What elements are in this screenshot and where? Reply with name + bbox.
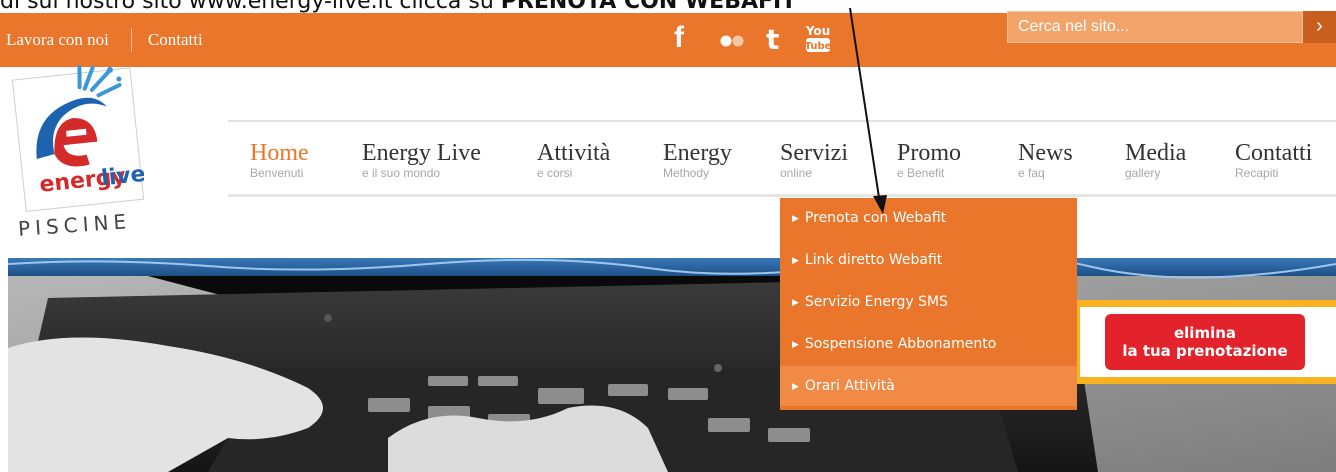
menu-item-sospensione[interactable]: ▶ Sospensione Abbonamento [780, 324, 1077, 364]
menu-item-energy-sms[interactable]: ▶ Servizio Energy SMS [780, 282, 1077, 322]
nav-subtitle: Recapiti [1235, 166, 1279, 180]
youtube-icon[interactable]: You Tube [805, 23, 832, 59]
tumblr-icon[interactable]: t [766, 23, 779, 56]
servizi-dropdown-menu: ▶ Prenota con Webafit ▶ Link diretto Webaf… [780, 198, 1077, 410]
nav-title: News [1018, 140, 1073, 166]
top-link-divider [130, 28, 132, 52]
nav-subtitle: e faq [1018, 166, 1045, 180]
search-input[interactable]: Cerca nel sito... [1007, 11, 1303, 43]
nav-subtitle: e il suo mondo [362, 166, 441, 180]
facebook-icon[interactable]: f [674, 21, 684, 55]
top-link-contatti[interactable]: Contatti [142, 30, 217, 50]
nav-item-contatti[interactable]: Contatti Recapiti [1235, 140, 1312, 180]
nav-subtitle: e Benefit [897, 166, 945, 180]
menu-bullet-icon: ▶ [792, 256, 799, 266]
nav-item-attivita[interactable]: Attività e corsi [537, 140, 610, 180]
nav-title: Promo [897, 140, 962, 166]
nav-title: Home [250, 140, 309, 166]
nav-item-energy-live[interactable]: Energy Live e il suo mondo [362, 140, 481, 180]
nav-item-servizi[interactable]: Servizi online [780, 140, 848, 180]
menu-bullet-icon: ▶ [792, 298, 799, 308]
logo-brand-live: live [100, 162, 144, 191]
instruction-bold: PRENOTA CON WEBAFIT [500, 0, 797, 14]
energy-live-logo[interactable]: energy live PISCINE [4, 60, 147, 241]
menu-item-label: Link diretto Webafit [804, 252, 943, 268]
flickr-icon[interactable] [720, 33, 744, 52]
nav-subtitle: Methody [663, 166, 710, 180]
nav-subtitle: online [780, 166, 813, 180]
menu-item-label: Orari Attività [804, 378, 895, 394]
nav-title: Energy Live [362, 140, 481, 166]
nav-title: Media [1125, 140, 1187, 166]
instruction-prefix: di sul nostro sito www.energy-live.it cl… [0, 0, 501, 14]
nav-subtitle: gallery [1125, 166, 1161, 180]
menu-item-orari-attivita[interactable]: ▶ Orari Attività [780, 366, 1077, 406]
nav-divider-bottom [228, 194, 1336, 197]
nav-item-home[interactable]: Home Benvenuti [250, 140, 309, 180]
svg-text:Tube: Tube [805, 41, 831, 52]
menu-bullet-icon: ▶ [792, 214, 799, 224]
menu-bullet-icon: ▶ [792, 382, 799, 392]
search-button[interactable]: › [1303, 11, 1336, 43]
nav-subtitle: e corsi [537, 166, 573, 180]
elimina-prenotazione-button[interactable]: elimina la tua prenotazione [1105, 314, 1305, 370]
menu-item-label: Servizio Energy SMS [804, 294, 948, 310]
nav-item-promo[interactable]: Promo e Benefit [897, 140, 961, 180]
menu-bullet-icon: ▶ [792, 340, 799, 350]
nav-title: Energy [663, 140, 732, 166]
logo-subtitle: PISCINE [17, 209, 132, 240]
nav-divider-top [228, 120, 1336, 122]
nav-title: Attività [537, 140, 611, 166]
nav-item-energy[interactable]: Energy Methody [663, 140, 732, 180]
menu-item-link-webafit[interactable]: ▶ Link diretto Webafit [780, 240, 1077, 280]
banner-line-2: la tua prenotazione [1122, 342, 1288, 360]
menu-item-prenota-webafit[interactable]: ▶ Prenota con Webafit [780, 198, 1077, 238]
nav-item-news[interactable]: News e faq [1018, 140, 1073, 180]
top-link-lavora[interactable]: Lavora con noi [0, 30, 123, 50]
svg-text:You: You [805, 24, 830, 38]
nav-subtitle: Benvenuti [250, 166, 304, 180]
menu-item-label: Prenota con Webafit [804, 210, 947, 226]
menu-item-label: Sospensione Abbonamento [804, 336, 997, 352]
nav-title: Contatti [1235, 140, 1313, 166]
banner-line-1: elimina [1173, 324, 1237, 342]
nav-title: Servizi [780, 140, 848, 166]
top-links: Lavora con noi Contatti [0, 13, 217, 67]
social-icons: f t You Tube [670, 13, 970, 67]
nav-item-media[interactable]: Media gallery [1125, 140, 1186, 180]
